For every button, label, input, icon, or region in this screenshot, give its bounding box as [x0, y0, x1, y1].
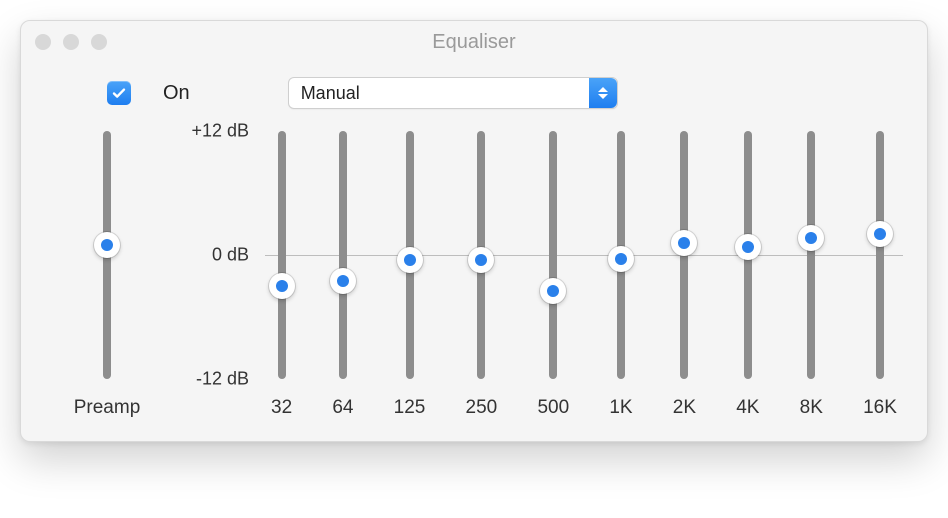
select-stepper-icon: [589, 78, 617, 108]
band-thumb-250[interactable]: [468, 247, 494, 273]
band-slider-wrap: 4K: [736, 131, 759, 419]
on-label: On: [163, 82, 190, 105]
scale-min-label: -12 dB: [196, 369, 249, 390]
minimize-icon[interactable]: [63, 34, 79, 50]
band-slider-wrap: 500: [537, 131, 569, 419]
preamp-label: Preamp: [74, 397, 141, 419]
band-slider-wrap: 125: [394, 131, 426, 419]
band-thumb-32[interactable]: [269, 273, 295, 299]
band-label: 64: [332, 397, 353, 419]
band-thumb-4K[interactable]: [735, 234, 761, 260]
chevron-up-icon: [598, 87, 608, 92]
scale-max-label: +12 dB: [191, 121, 249, 142]
band-label: 32: [271, 397, 292, 419]
band-slider-16K[interactable]: [876, 131, 884, 379]
preset-selected-value: Manual: [301, 83, 360, 104]
band-slider-wrap: 8K: [800, 131, 823, 419]
band-slider-2K[interactable]: [680, 131, 688, 379]
band-label: 125: [394, 397, 426, 419]
preamp-column: Preamp: [47, 131, 167, 419]
content-area: On Manual Preamp +12 dB 0: [21, 63, 927, 441]
band-slider-wrap: 64: [332, 131, 353, 419]
band-slider-wrap: 2K: [673, 131, 696, 419]
top-controls: On Manual: [107, 77, 901, 109]
zoom-icon[interactable]: [91, 34, 107, 50]
band-thumb-1K[interactable]: [608, 246, 634, 272]
band-slider-125[interactable]: [406, 131, 414, 379]
band-slider-wrap: 1K: [609, 131, 632, 419]
band-slider-250[interactable]: [477, 131, 485, 379]
chevron-down-icon: [598, 94, 608, 99]
band-slider-500[interactable]: [549, 131, 557, 379]
window-controls: [35, 34, 107, 50]
band-label: 500: [537, 397, 569, 419]
band-slider-1K[interactable]: [617, 131, 625, 379]
band-slider-wrap: 32: [271, 131, 292, 419]
preset-select[interactable]: Manual: [288, 77, 618, 109]
preamp-slider[interactable]: [103, 131, 111, 379]
band-thumb-16K[interactable]: [867, 221, 893, 247]
titlebar: Equaliser: [21, 21, 927, 63]
band-thumb-2K[interactable]: [671, 230, 697, 256]
band-thumb-64[interactable]: [330, 268, 356, 294]
band-label: 4K: [736, 397, 759, 419]
band-thumb-125[interactable]: [397, 247, 423, 273]
band-slider-32[interactable]: [278, 131, 286, 379]
band-label: 250: [466, 397, 498, 419]
bands-column: 32 64 125 250 500 1K 2K 4K 8K 16K: [267, 131, 901, 419]
band-label: 8K: [800, 397, 823, 419]
band-label: 16K: [863, 397, 897, 419]
scale-mid-label: 0 dB: [212, 245, 249, 266]
band-slider-64[interactable]: [339, 131, 347, 379]
scale-column: +12 dB 0 dB -12 dB: [167, 131, 267, 379]
close-icon[interactable]: [35, 34, 51, 50]
band-thumb-8K[interactable]: [798, 225, 824, 251]
checkmark-icon: [111, 85, 127, 101]
preamp-slider-wrap: Preamp: [74, 131, 141, 419]
band-label: 1K: [609, 397, 632, 419]
band-slider-wrap: 16K: [863, 131, 897, 419]
preamp-thumb[interactable]: [94, 232, 120, 258]
window-title: Equaliser: [21, 31, 927, 54]
band-slider-4K[interactable]: [744, 131, 752, 379]
band-thumb-500[interactable]: [540, 278, 566, 304]
band-slider-wrap: 250: [466, 131, 498, 419]
equaliser-window: Equaliser On Manual: [20, 20, 928, 442]
on-checkbox[interactable]: [107, 81, 131, 105]
equaliser-area: Preamp +12 dB 0 dB -12 dB 32 64 125 250 500 1…: [47, 131, 901, 419]
band-label: 2K: [673, 397, 696, 419]
band-slider-8K[interactable]: [807, 131, 815, 379]
